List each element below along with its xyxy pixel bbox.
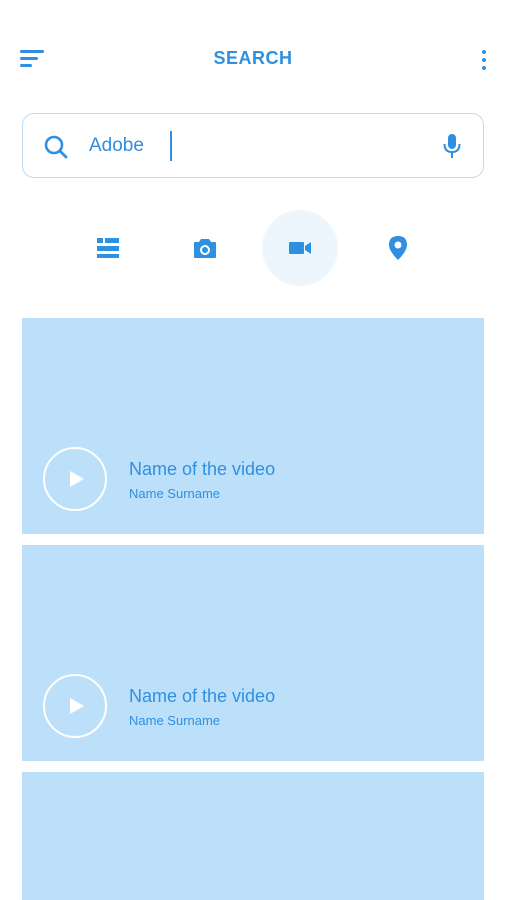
page-title: SEARCH [213, 48, 293, 68]
video-title: Name of the video [129, 459, 276, 479]
search-bar [22, 113, 484, 178]
media-type-filters [0, 210, 506, 286]
video-camera-icon [289, 242, 311, 254]
search-icon [44, 135, 68, 159]
list-icon [97, 238, 119, 258]
app-header: SEARCH [0, 0, 506, 118]
play-icon [70, 698, 84, 714]
microphone-icon[interactable] [441, 132, 463, 160]
video-author: Name Surname [129, 713, 221, 728]
video-card[interactable]: Name of the video Name Surname [22, 545, 484, 761]
video-author: Name Surname [129, 486, 221, 501]
play-button[interactable] [43, 674, 107, 738]
video-card[interactable]: Name of the video Name Surname [22, 318, 484, 534]
play-button[interactable] [43, 447, 107, 511]
filter-photo[interactable] [167, 210, 243, 286]
camera-icon [194, 239, 216, 258]
play-icon [70, 471, 84, 487]
filter-location[interactable] [360, 210, 436, 286]
more-options-icon[interactable] [476, 46, 492, 74]
video-title: Name of the video [129, 686, 276, 706]
text-cursor [170, 131, 172, 161]
filter-list[interactable] [70, 210, 146, 286]
search-input[interactable] [89, 128, 419, 164]
location-pin-icon [389, 236, 407, 260]
video-card[interactable] [22, 772, 484, 900]
filter-video[interactable] [262, 210, 338, 286]
